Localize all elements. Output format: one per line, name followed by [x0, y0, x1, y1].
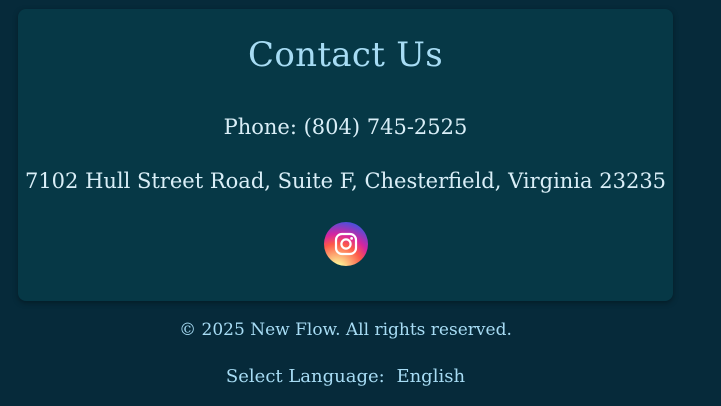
contact-section: Contact Us Phone: (804) 745-2525 7102 Hu…: [18, 9, 673, 301]
contact-title: Contact Us: [248, 35, 443, 75]
language-select[interactable]: English: [396, 366, 465, 387]
instagram-icon: [334, 232, 358, 256]
address: 7102 Hull Street Road, Suite F, Chesterf…: [24, 169, 667, 193]
language-selector: Select Language: English: [0, 364, 721, 390]
phone-number: Phone: (804) 745-2525: [223, 115, 468, 139]
copyright-text: © 2025 New Flow. All rights reserved.: [179, 320, 512, 340]
language-label: Select Language:: [225, 366, 385, 387]
instagram-link[interactable]: [324, 222, 368, 266]
